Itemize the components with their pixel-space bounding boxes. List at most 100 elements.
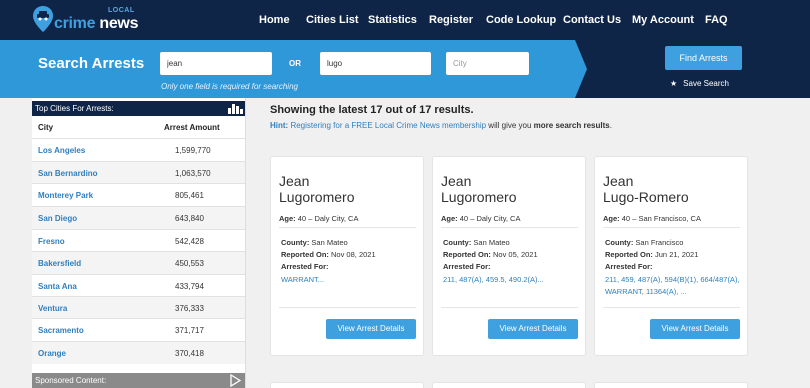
city-link[interactable]: Sacramento bbox=[38, 326, 84, 335]
arrest-card-partial bbox=[270, 382, 424, 388]
city-row: Orange 370,418 bbox=[32, 341, 245, 364]
city-skyline-icon bbox=[228, 104, 243, 114]
nav-home[interactable]: Home bbox=[259, 14, 290, 26]
city-row: Bakersfield 450,553 bbox=[32, 251, 245, 274]
first-name-input[interactable] bbox=[160, 52, 272, 75]
nav-cities-list[interactable]: Cities List bbox=[306, 14, 359, 26]
arrestee-age: Age: 40 – Daly City, CA bbox=[441, 214, 520, 223]
location-pin-icon bbox=[33, 6, 53, 32]
nav-statistics[interactable]: Statistics bbox=[368, 14, 417, 26]
age-value: 40 – San Francisco, CA bbox=[621, 214, 701, 223]
sponsored-content-header: Sponsored Content: bbox=[32, 373, 245, 388]
city-arrest-amount: 805,461 bbox=[175, 191, 204, 200]
city-row: Santa Ana 433,794 bbox=[32, 274, 245, 297]
age-label: Age: bbox=[441, 214, 458, 223]
city-row: Los Angeles 1,599,770 bbox=[32, 138, 245, 161]
city-arrest-amount: 643,840 bbox=[175, 214, 204, 223]
nav-my-account[interactable]: My Account bbox=[632, 14, 694, 26]
arrested-for-label: Arrested For: bbox=[281, 262, 329, 271]
county: County: San Mateo bbox=[281, 238, 348, 247]
nav-faq[interactable]: FAQ bbox=[705, 14, 728, 26]
arrestee-name[interactable]: Jean Lugoromero bbox=[441, 173, 517, 205]
nav-code-lookup[interactable]: Code Lookup bbox=[486, 14, 556, 26]
city-row: Sacramento 371,717 bbox=[32, 318, 245, 341]
city-row: San Diego 643,840 bbox=[32, 206, 245, 229]
reported-label: Reported On: bbox=[281, 250, 329, 259]
arrestee-name[interactable]: Jean Lugo-Romero bbox=[603, 173, 689, 205]
arrestee-last-name: Lugoromero bbox=[441, 189, 517, 205]
logo-news: news bbox=[95, 15, 139, 32]
city-input[interactable] bbox=[446, 52, 529, 75]
city-link[interactable]: Ventura bbox=[38, 304, 67, 313]
divider bbox=[603, 307, 740, 308]
charges-link[interactable]: 211, 487(A), 459.5, 490.2(A)... bbox=[443, 274, 580, 286]
city-link[interactable]: Santa Ana bbox=[38, 282, 77, 291]
city-row: Monterey Park 805,461 bbox=[32, 183, 245, 206]
find-arrests-button[interactable]: Find Arrests bbox=[665, 46, 742, 70]
arrest-card: Jean Lugo-Romero Age: 40 – San Francisco… bbox=[594, 156, 748, 356]
age-label: Age: bbox=[279, 214, 296, 223]
reported-value: Jun 21, 2021 bbox=[655, 250, 699, 259]
divider bbox=[603, 227, 740, 228]
logo-local-label: LOCAL bbox=[108, 7, 135, 14]
city-row: San Bernardino 1,063,570 bbox=[32, 161, 245, 184]
register-membership-link[interactable]: Registering for a FREE Local Crime News … bbox=[290, 121, 486, 130]
hint-middle: will give you bbox=[486, 121, 534, 130]
county-value: San Mateo bbox=[311, 238, 348, 247]
charges-link[interactable]: 211, 459, 487(A), 594(B)(1), 664/487(A),… bbox=[605, 274, 742, 298]
city-link[interactable]: Orange bbox=[38, 349, 66, 358]
play-icon[interactable] bbox=[229, 374, 241, 387]
divider bbox=[441, 227, 578, 228]
city-link[interactable]: Fresno bbox=[38, 237, 65, 246]
city-row: Fresno 542,428 bbox=[32, 229, 245, 252]
save-search-link[interactable]: ★ Save Search bbox=[670, 79, 729, 88]
reported-label: Reported On: bbox=[443, 250, 491, 259]
divider bbox=[279, 307, 416, 308]
divider bbox=[279, 227, 416, 228]
site-logo[interactable]: LOCAL crime news bbox=[32, 5, 150, 35]
arrestee-first-name: Jean bbox=[441, 173, 472, 189]
divider bbox=[441, 307, 578, 308]
reported-on: Reported On: Nov 08, 2021 bbox=[281, 250, 376, 259]
county-value: San Mateo bbox=[473, 238, 510, 247]
county: County: San Francisco bbox=[605, 238, 683, 247]
nav-contact-us[interactable]: Contact Us bbox=[563, 14, 621, 26]
city-link[interactable]: Bakersfield bbox=[38, 259, 81, 268]
county-label: County: bbox=[281, 238, 310, 247]
star-icon: ★ bbox=[670, 79, 678, 88]
reported-label: Reported On: bbox=[605, 250, 653, 259]
city-link[interactable]: Los Angeles bbox=[38, 146, 85, 155]
charges-link[interactable]: WARRANT... bbox=[281, 274, 418, 286]
city-link[interactable]: San Diego bbox=[38, 214, 77, 223]
arrestee-name[interactable]: Jean Lugoromero bbox=[279, 173, 355, 205]
view-arrest-details-button[interactable]: View Arrest Details bbox=[326, 319, 416, 339]
arrestee-last-name: Lugoromero bbox=[279, 189, 355, 205]
last-name-input[interactable] bbox=[320, 52, 431, 75]
reported-on: Reported On: Nov 05, 2021 bbox=[443, 250, 538, 259]
search-title: Search Arrests bbox=[38, 55, 145, 72]
reported-on: Reported On: Jun 21, 2021 bbox=[605, 250, 698, 259]
arrest-card-partial bbox=[594, 382, 748, 388]
arrest-card: Jean Lugoromero Age: 40 – Daly City, CA … bbox=[432, 156, 586, 356]
city-column-header: City bbox=[38, 123, 54, 132]
arrestee-age: Age: 40 – San Francisco, CA bbox=[603, 214, 701, 223]
county-label: County: bbox=[443, 238, 472, 247]
city-arrest-amount: 450,553 bbox=[175, 259, 204, 268]
county: County: San Mateo bbox=[443, 238, 510, 247]
view-arrest-details-button[interactable]: View Arrest Details bbox=[650, 319, 740, 339]
city-arrest-amount: 376,333 bbox=[175, 304, 204, 313]
city-link[interactable]: San Bernardino bbox=[38, 169, 98, 178]
logo-crime: crime bbox=[54, 15, 96, 32]
results-hint: Hint: Registering for a FREE Local Crime… bbox=[270, 121, 612, 130]
view-arrest-details-button[interactable]: View Arrest Details bbox=[488, 319, 578, 339]
sponsored-label: Sponsored Content: bbox=[35, 376, 107, 385]
age-value: 40 – Daly City, CA bbox=[459, 214, 521, 223]
search-hint: Only one field is required for searching bbox=[161, 82, 298, 91]
results-title: Showing the latest 17 out of 17 results. bbox=[270, 104, 474, 116]
or-label: OR bbox=[289, 59, 301, 68]
arrested-for-label: Arrested For: bbox=[443, 262, 491, 271]
age-label: Age: bbox=[603, 214, 620, 223]
city-arrest-amount: 371,717 bbox=[175, 326, 204, 335]
city-link[interactable]: Monterey Park bbox=[38, 191, 93, 200]
nav-register[interactable]: Register bbox=[429, 14, 473, 26]
